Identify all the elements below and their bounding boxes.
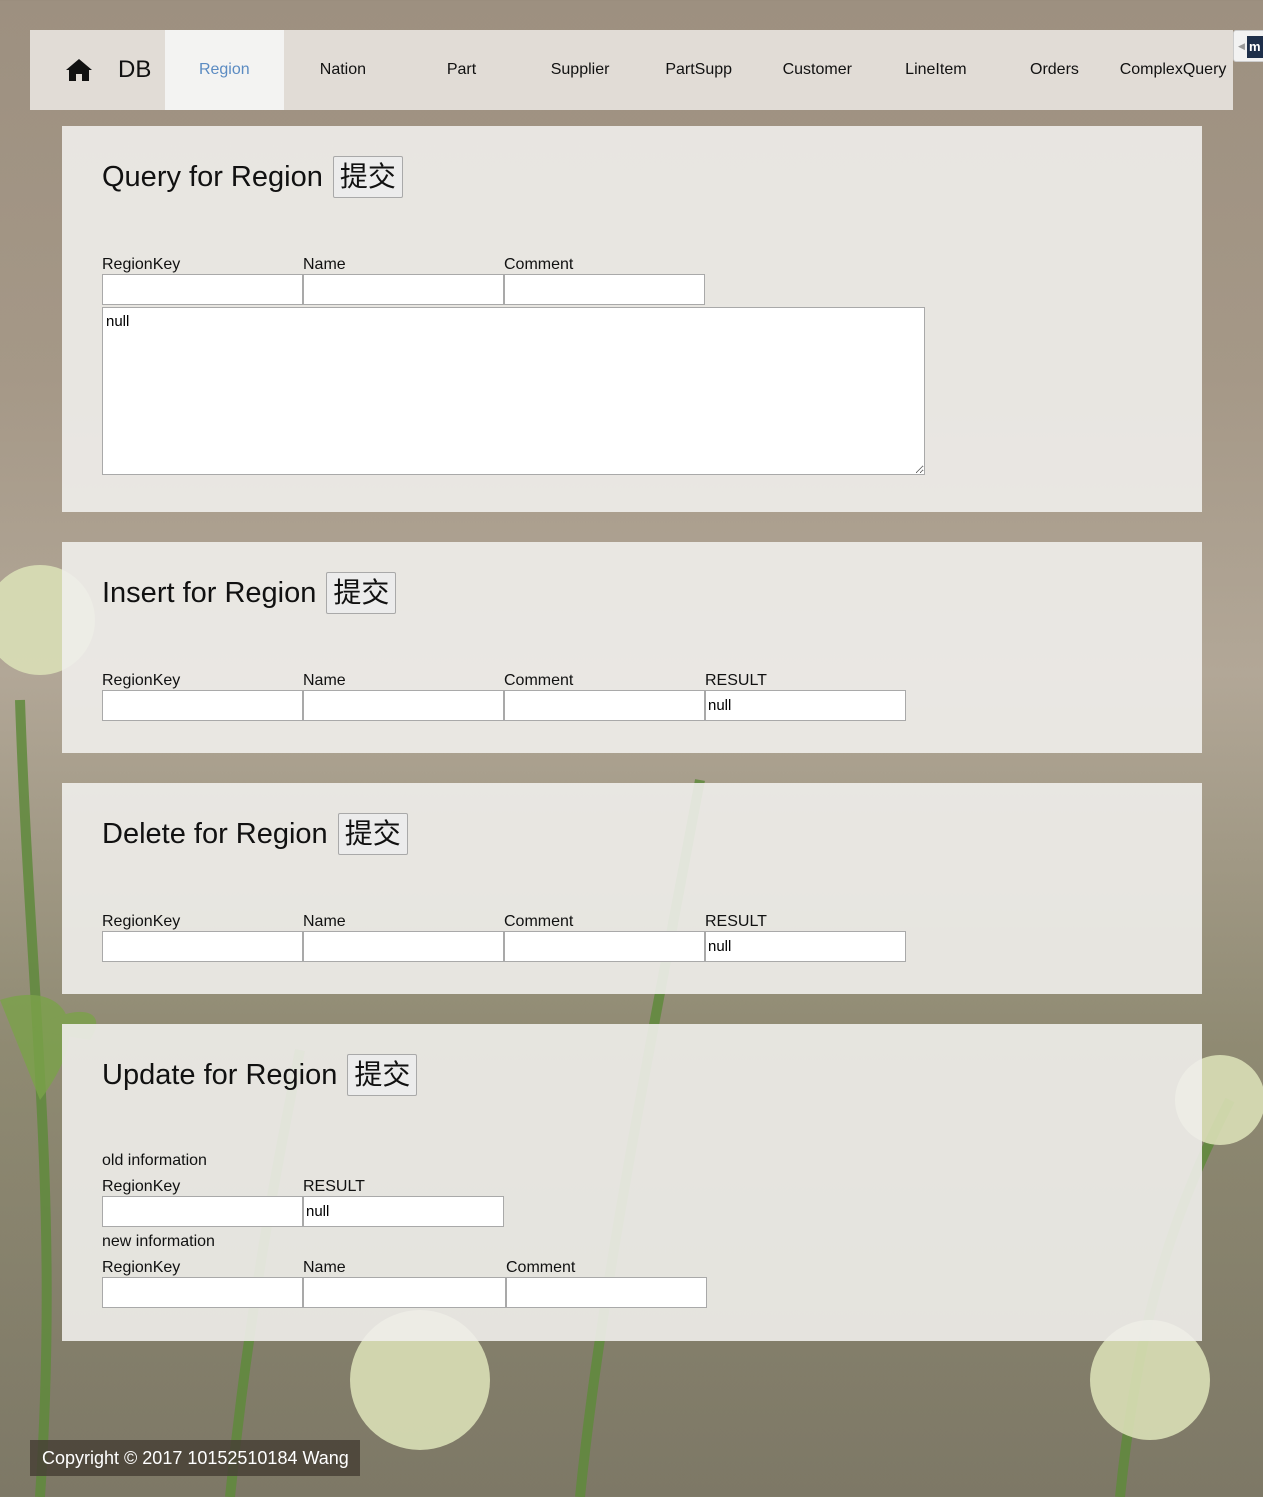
extension-logo: m: [1247, 36, 1263, 58]
delete-panel: Delete for Region 提交 RegionKey Name Comm…: [62, 783, 1202, 994]
query-fields: RegionKey Name Comment: [102, 255, 705, 305]
old-information-label: old information: [102, 1152, 207, 1169]
insert-comment-input[interactable]: [504, 690, 705, 721]
delete-title: Delete for Region 提交: [102, 813, 408, 855]
query-panel: Query for Region 提交 RegionKey Name Comme…: [62, 126, 1202, 512]
update-new-comment-input[interactable]: [506, 1277, 707, 1308]
update-new-fields: RegionKey Name Comment: [102, 1258, 707, 1308]
update-result-field[interactable]: [303, 1196, 504, 1227]
update-new-name-input[interactable]: [303, 1277, 506, 1308]
regionkey-label: RegionKey: [102, 913, 181, 930]
name-label: Name: [303, 672, 346, 689]
query-comment-input[interactable]: [504, 274, 705, 305]
query-regionkey-input[interactable]: [102, 274, 303, 305]
nav-item-nation[interactable]: Nation: [284, 30, 403, 110]
query-title: Query for Region 提交: [102, 156, 403, 198]
regionkey-label: RegionKey: [102, 1259, 181, 1276]
nav-item-customer[interactable]: Customer: [758, 30, 877, 110]
extension-side-tab[interactable]: ◀ m: [1233, 30, 1263, 62]
delete-result-field[interactable]: [705, 931, 906, 962]
name-label: Name: [303, 256, 346, 273]
brand[interactable]: DB: [30, 30, 165, 110]
nav-item-complexquery[interactable]: ComplexQuery: [1114, 30, 1233, 110]
insert-regionkey-input[interactable]: [102, 690, 303, 721]
result-label: RESULT: [303, 1178, 365, 1195]
insert-fields: RegionKey Name Comment RESULT: [102, 671, 906, 721]
delete-fields: RegionKey Name Comment RESULT: [102, 912, 906, 962]
update-old-fields: RegionKey RESULT: [102, 1177, 504, 1227]
update-panel: Update for Region 提交 old information Reg…: [62, 1024, 1202, 1341]
delete-submit-button[interactable]: 提交: [337, 813, 408, 855]
nav-item-lineitem[interactable]: LineItem: [877, 30, 996, 110]
nav-item-orders[interactable]: Orders: [995, 30, 1114, 110]
regionkey-label: RegionKey: [102, 1178, 181, 1195]
update-new-regionkey-input[interactable]: [102, 1277, 303, 1308]
name-label: Name: [303, 1259, 346, 1276]
home-icon[interactable]: [65, 58, 93, 82]
insert-title-text: Insert for Region: [102, 576, 317, 609]
update-old-regionkey-input[interactable]: [102, 1196, 303, 1227]
nav-item-part[interactable]: Part: [402, 30, 521, 110]
delete-regionkey-input[interactable]: [102, 931, 303, 962]
delete-title-text: Delete for Region: [102, 817, 328, 850]
nav-item-supplier[interactable]: Supplier: [521, 30, 640, 110]
insert-submit-button[interactable]: 提交: [326, 572, 397, 614]
delete-comment-input[interactable]: [504, 931, 705, 962]
comment-label: Comment: [504, 913, 574, 930]
comment-label: Comment: [504, 672, 574, 689]
update-submit-button[interactable]: 提交: [347, 1054, 418, 1096]
update-title-text: Update for Region: [102, 1058, 338, 1091]
update-title: Update for Region 提交: [102, 1054, 418, 1096]
insert-panel: Insert for Region 提交 RegionKey Name Comm…: [62, 542, 1202, 753]
insert-title: Insert for Region 提交: [102, 572, 397, 614]
insert-result-field[interactable]: [705, 690, 906, 721]
regionkey-label: RegionKey: [102, 256, 181, 273]
query-name-input[interactable]: [303, 274, 504, 305]
regionkey-label: RegionKey: [102, 672, 181, 689]
comment-label: Comment: [504, 256, 574, 273]
navbar: DB Region Nation Part Supplier PartSupp …: [30, 30, 1233, 110]
result-label: RESULT: [705, 672, 767, 689]
result-label: RESULT: [705, 913, 767, 930]
insert-name-input[interactable]: [303, 690, 504, 721]
caret-left-icon: ◀: [1238, 41, 1245, 51]
comment-label: Comment: [506, 1259, 576, 1276]
nav-item-region[interactable]: Region: [165, 30, 284, 110]
brand-title[interactable]: DB: [118, 56, 151, 84]
query-result-textarea[interactable]: null: [102, 307, 925, 475]
delete-name-input[interactable]: [303, 931, 504, 962]
query-submit-button[interactable]: 提交: [332, 156, 403, 198]
footer-copyright: Copyright © 2017 10152510184 Wang: [30, 1440, 360, 1476]
new-information-label: new information: [102, 1233, 215, 1250]
query-title-text: Query for Region: [102, 160, 323, 193]
name-label: Name: [303, 913, 346, 930]
nav-item-partsupp[interactable]: PartSupp: [639, 30, 758, 110]
